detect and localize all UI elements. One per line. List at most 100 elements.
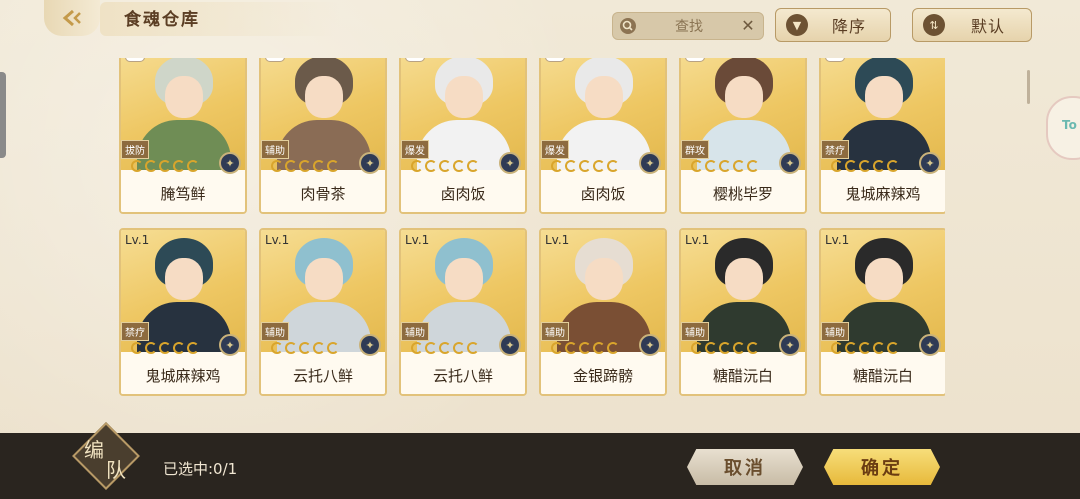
role-tag: 禁疗 [821,140,849,159]
team-formation-badge[interactable]: 编 队 [72,422,140,490]
character-card[interactable]: Lv.1 辅助 ✦ 糖醋沅白 [679,228,807,396]
character-name: 肉骨茶 [261,175,385,212]
star-icon [439,342,451,354]
star-icon [187,342,199,354]
role-tag: 辅助 [821,322,849,341]
star-rating [411,160,479,172]
character-card[interactable]: Lv.1 辅助 ✦ 云托八鲜 [399,228,527,396]
star-icon [887,342,899,354]
sort-order-button[interactable]: ▼ 降序 [775,8,891,42]
star-rating [271,342,339,354]
star-rating [411,342,479,354]
star-icon [467,160,479,172]
character-card[interactable]: 爆发 ✦ 卤肉饭 [399,58,527,214]
star-icon [425,342,437,354]
star-icon [159,160,171,172]
level-label: Lv.1 [265,233,290,247]
left-edge-handle[interactable] [0,72,6,158]
portrait-face [865,76,903,118]
role-tag: 辅助 [681,322,709,341]
element-emblem-icon: ✦ [779,152,801,174]
search-icon [620,18,636,34]
lock-toggle-icon[interactable] [405,58,425,62]
element-emblem-icon: ✦ [779,334,801,356]
star-icon [705,342,717,354]
portrait-face [445,76,483,118]
star-icon [411,160,423,172]
lock-toggle-icon[interactable] [825,58,845,62]
search-input[interactable]: 查找 ✕ [612,12,764,40]
star-icon [719,160,731,172]
element-emblem-icon: ✦ [499,152,521,174]
role-tag: 禁疗 [121,322,149,341]
cancel-button[interactable]: 取消 [687,449,803,485]
character-card[interactable]: 拔防 ✦ 腌笃鲜 [119,58,247,214]
level-label: Lv.1 [685,233,710,247]
character-card[interactable]: 群攻 ✦ 樱桃毕罗 [679,58,807,214]
lock-toggle-icon[interactable] [545,58,565,62]
search-placeholder: 查找 [675,19,703,35]
character-name: 鬼城麻辣鸡 [821,175,945,212]
character-card[interactable]: 辅助 ✦ 肉骨茶 [259,58,387,214]
role-tag: 辅助 [541,322,569,341]
star-icon [845,160,857,172]
sort-mode-label: 默认 [970,17,1005,36]
star-icon [691,342,703,354]
sort-order-label: 降序 [831,17,866,36]
element-emblem-icon: ✦ [639,152,661,174]
element-emblem-icon: ✦ [919,334,941,356]
star-icon [593,342,605,354]
star-icon [873,342,885,354]
sort-switch-icon: ⇅ [923,14,945,36]
element-emblem-icon: ✦ [219,152,241,174]
lock-toggle-icon[interactable] [265,58,285,62]
star-icon [845,342,857,354]
star-icon [313,342,325,354]
portrait-face [305,76,343,118]
star-rating [131,160,199,172]
element-emblem-icon: ✦ [919,152,941,174]
team-label-1: 编 [84,438,104,462]
star-icon [145,160,157,172]
star-icon [565,160,577,172]
element-emblem-icon: ✦ [639,334,661,356]
scrollbar[interactable] [1027,70,1030,104]
level-label: Lv.1 [405,233,430,247]
lock-toggle-icon[interactable] [685,58,705,62]
clear-search-icon[interactable]: ✕ [741,18,755,34]
portrait-face [725,76,763,118]
character-name: 金银蹄髈 [541,357,665,394]
star-icon [313,160,325,172]
floating-assistant-button[interactable]: To [1046,96,1080,160]
character-card[interactable]: Lv.1 禁疗 ✦ 鬼城麻辣鸡 [119,228,247,396]
character-card[interactable]: 禁疗 ✦ 鬼城麻辣鸡 [819,58,945,214]
lock-toggle-icon[interactable] [125,58,145,62]
element-emblem-icon: ✦ [359,334,381,356]
role-tag: 辅助 [261,322,289,341]
character-card[interactable]: Lv.1 辅助 ✦ 糖醋沅白 [819,228,945,396]
character-card[interactable]: Lv.1 辅助 ✦ 金银蹄髈 [539,228,667,396]
star-icon [327,160,339,172]
star-rating [131,342,199,354]
star-icon [691,160,703,172]
role-tag: 辅助 [401,322,429,341]
star-rating [831,160,899,172]
confirm-button[interactable]: 确定 [824,449,940,485]
role-tag: 群攻 [681,140,709,159]
star-icon [747,160,759,172]
sort-mode-button[interactable]: ⇅ 默认 [912,8,1032,42]
star-rating [691,160,759,172]
character-name: 糖醋沅白 [681,357,805,394]
star-icon [145,342,157,354]
back-button[interactable] [44,0,100,36]
back-arrow-icon [62,9,81,27]
star-icon [173,160,185,172]
character-name: 糖醋沅白 [821,357,945,394]
star-icon [271,160,283,172]
star-icon [887,160,899,172]
star-rating [551,342,619,354]
star-icon [453,342,465,354]
character-card[interactable]: Lv.1 辅助 ✦ 云托八鲜 [259,228,387,396]
portrait-face [865,258,903,300]
character-card[interactable]: 爆发 ✦ 卤肉饭 [539,58,667,214]
